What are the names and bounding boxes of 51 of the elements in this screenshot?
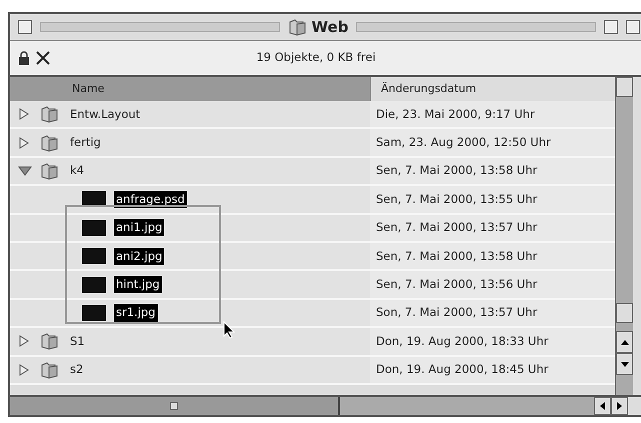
image-thumbnail-icon (82, 304, 106, 321)
file-name[interactable]: k4 (68, 162, 86, 180)
left-arrow-icon (600, 402, 605, 410)
window-title: Web (312, 16, 348, 38)
scroll-down-button[interactable] (616, 353, 633, 375)
modified-date: Sen, 7. Mai 2000, 13:57 Uhr (376, 219, 538, 236)
up-arrow-icon (620, 340, 628, 344)
down-arrow-icon (620, 362, 628, 366)
scroll-thumb[interactable] (616, 303, 633, 323)
scroll-up-button[interactable] (616, 331, 633, 353)
column-header[interactable]: Name (10, 77, 370, 101)
modified-date: Son, 7. Mai 2000, 13:57 Uhr (376, 304, 538, 322)
right-arrow-icon (617, 402, 622, 410)
crossed-pencil-icon (34, 49, 52, 67)
file-name[interactable]: Entw.Layout (68, 106, 142, 123)
image-thumbnail-icon (82, 248, 106, 264)
modified-date: Sen, 7. Mai 2000, 13:55 Uhr (376, 190, 538, 208)
folder-icon (40, 332, 60, 350)
modified-date: Don, 19. Aug 2000, 18:45 Uhr (376, 361, 548, 378)
file-name[interactable]: ani2.jpg (114, 248, 164, 265)
zoom-box[interactable] (604, 20, 618, 34)
file-name[interactable]: ani1.jpg (114, 219, 164, 236)
file-name[interactable]: fertig (68, 134, 103, 152)
vertical-scrollbar[interactable] (615, 77, 633, 395)
folder-icon (288, 18, 308, 36)
scroll-grip[interactable] (170, 402, 178, 410)
file-name[interactable]: hint.jpg (114, 276, 162, 294)
modified-date: Sam, 23. Aug 2000, 12:50 Uhr (376, 134, 551, 151)
horizontal-scrollbar[interactable] (10, 395, 641, 415)
collapse-box[interactable] (626, 20, 640, 34)
folder-icon (40, 105, 60, 124)
disclosure-triangle-icon[interactable] (18, 166, 32, 176)
image-thumbnail-icon (82, 220, 106, 236)
image-thumbnail-icon (82, 276, 106, 293)
folder-icon (40, 134, 60, 152)
modified-date: Sen, 7. Mai 2000, 13:58 Uhr (376, 248, 538, 265)
lock-icon (18, 51, 30, 65)
modified-date: Sen, 7. Mai 2000, 13:58 Uhr (376, 162, 538, 180)
modified-date: Die, 23. Mai 2000, 9:17 Uhr (376, 106, 535, 123)
file-name[interactable]: s2 (68, 361, 86, 378)
close-box[interactable] (18, 20, 32, 34)
modified-date: Don, 19. Aug 2000, 18:33 Uhr (376, 332, 548, 350)
folder-icon (40, 162, 60, 180)
scroll-right-button[interactable] (611, 397, 628, 415)
scroll-left-button[interactable] (594, 397, 611, 415)
column-header[interactable]: Änderungsdatum (370, 77, 615, 101)
modified-date: Sen, 7. Mai 2000, 13:56 Uhr (376, 276, 538, 293)
file-name[interactable]: S1 (68, 332, 87, 350)
folder-icon (40, 360, 60, 379)
file-name[interactable]: sr1.jpg (114, 304, 158, 322)
item-count: 19 Objekte, 0 KB frei (255, 49, 377, 66)
